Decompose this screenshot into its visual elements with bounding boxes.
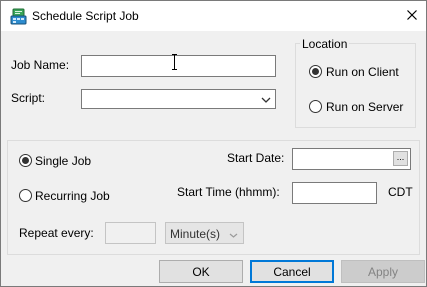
close-icon <box>406 9 417 23</box>
single-job-label[interactable]: Single Job <box>35 154 91 168</box>
ok-button[interactable]: OK <box>159 260 243 283</box>
run-on-client-label[interactable]: Run on Client <box>326 65 399 79</box>
recurring-job-radio[interactable] <box>19 189 32 202</box>
start-time-input[interactable] <box>292 182 377 204</box>
location-group <box>295 43 416 128</box>
repeat-every-input[interactable] <box>105 222 156 244</box>
dialog-title: Schedule Script Job <box>32 9 139 23</box>
radio-selected-dot <box>312 68 319 75</box>
repeat-unit-select[interactable]: Minute(s) <box>165 222 244 244</box>
run-on-server-label[interactable]: Run on Server <box>326 100 403 114</box>
schedule-script-job-dialog: Schedule Script Job Job Name: Script: Lo… <box>0 0 427 287</box>
title-bar[interactable]: Schedule Script Job <box>1 1 426 31</box>
run-on-client-radio[interactable] <box>309 65 322 78</box>
job-name-input[interactable] <box>81 55 276 77</box>
apply-button[interactable]: Apply <box>341 260 425 283</box>
single-job-radio[interactable] <box>19 154 32 167</box>
repeat-every-label: Repeat every: <box>19 226 94 240</box>
chevron-down-icon <box>229 229 238 243</box>
script-label: Script: <box>11 91 46 105</box>
job-name-label: Job Name: <box>11 58 70 72</box>
cancel-button[interactable]: Cancel <box>250 260 334 283</box>
repeat-unit-value: Minute(s) <box>170 227 221 241</box>
chevron-down-icon <box>261 94 271 104</box>
recurring-job-label[interactable]: Recurring Job <box>35 189 110 203</box>
timezone-label: CDT <box>388 185 413 199</box>
start-time-label: Start Time (hhmm): <box>177 185 280 199</box>
location-legend: Location <box>300 37 350 51</box>
run-on-server-radio[interactable] <box>309 100 322 113</box>
start-date-label: Start Date: <box>227 151 285 165</box>
text-cursor-icon <box>171 54 178 70</box>
start-date-input[interactable]: ... <box>292 148 411 170</box>
date-picker-button[interactable]: ... <box>393 151 408 166</box>
radio-selected-dot <box>22 157 29 164</box>
script-select[interactable] <box>81 89 276 109</box>
script-job-icon <box>10 8 27 25</box>
close-button[interactable] <box>397 1 426 31</box>
